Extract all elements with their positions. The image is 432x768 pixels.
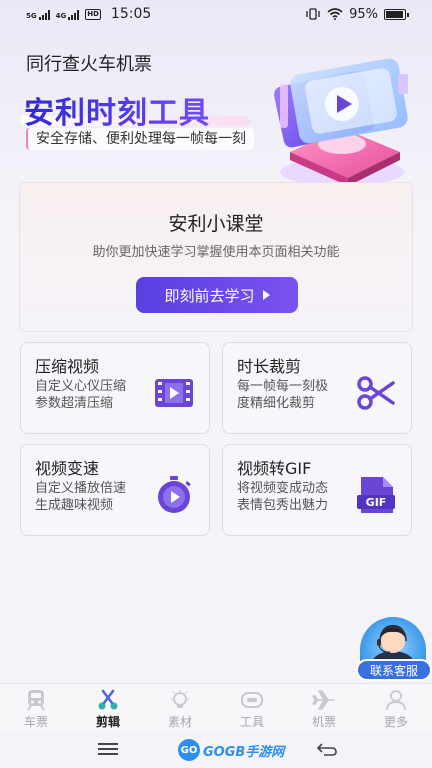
start-learning-button[interactable]: 即刻前去学习: [136, 277, 298, 313]
feature-description: 自定义播放倍速生成趣味视频: [35, 481, 127, 513]
banner-title: 安利时刻工具: [24, 88, 210, 132]
feature-title: 时长裁剪: [237, 357, 302, 376]
status-bar: 5G 4G HD 15:05 95%: [0, 0, 432, 28]
classroom-card: 安利小课堂 助你更加快速学习掌握使用本页面相关功能 即刻前去学习: [19, 182, 413, 332]
nav-label: 素材: [167, 715, 192, 729]
feature-title: 压缩视频: [35, 357, 100, 376]
scissors-icon: [98, 689, 118, 710]
film-icon: [155, 379, 193, 407]
nav-item-train-tickets[interactable]: 车票: [6, 684, 66, 731]
feature-description: 每一帧每一刻极度精细化裁剪: [237, 379, 329, 411]
vibrate-icon: [306, 8, 320, 20]
stopwatch-icon: [158, 476, 191, 513]
gif-file-icon: GIF: [357, 477, 395, 513]
customer-service-avatar[interactable]: [360, 617, 426, 661]
nav-item-edit[interactable]: 剪辑: [78, 684, 138, 731]
feature-description: 将视频变成动态表情包秀出魅力: [237, 481, 329, 513]
nav-item-more[interactable]: 更多: [366, 684, 426, 731]
train-icon: [27, 690, 45, 711]
nav-item-tools[interactable]: 工具: [222, 684, 282, 731]
feature-video-to-gif[interactable]: 视频转GIF 将视频变成动态表情包秀出魅力 GIF: [222, 444, 412, 536]
back-icon[interactable]: [316, 741, 338, 757]
toolbox-icon: [241, 692, 263, 708]
menu-icon[interactable]: [98, 743, 118, 755]
scissors-icon: [357, 376, 395, 410]
wifi-icon: [327, 8, 343, 20]
nav-item-materials[interactable]: 素材: [150, 684, 210, 731]
hd-badge: HD: [85, 8, 101, 20]
bottom-navigation: 车票 剪辑 素材 工具 机票 更多: [0, 683, 432, 731]
nav-label: 更多: [383, 715, 408, 729]
hero-video-illustration: [274, 58, 408, 186]
app-title: 同行查火车机票: [26, 54, 152, 75]
watermark: GO GOGB手游网: [178, 737, 284, 763]
watermark-logo: GO: [178, 739, 200, 761]
classroom-description: 助你更加快速学习掌握使用本页面相关功能: [92, 245, 340, 260]
feature-title: 视频变速: [35, 459, 100, 478]
start-learning-label: 即刻前去学习: [164, 286, 255, 305]
lightbulb-icon: [171, 690, 189, 708]
nav-label: 机票: [311, 715, 336, 729]
system-navigation-bar: GO GOGB手游网: [0, 731, 432, 768]
watermark-text: GOGB手游网: [203, 744, 285, 760]
feature-speed-change[interactable]: 视频变速 自定义播放倍速生成趣味视频: [20, 444, 210, 536]
signal-icon-2: 4G: [56, 9, 80, 20]
feature-compress-video[interactable]: 压缩视频 自定义心仪压缩 参数超清压缩: [20, 342, 210, 434]
banner-subtitle: 安全存储、便利处理每一帧每一刻: [26, 128, 254, 150]
airplane-icon: [312, 690, 334, 710]
battery-icon: [384, 8, 409, 20]
contact-support-button[interactable]: 联系客服: [356, 659, 432, 681]
nav-label: 工具: [239, 715, 264, 729]
nav-label: 车票: [23, 715, 48, 729]
feature-trim-duration[interactable]: 时长裁剪 每一帧每一刻极度精细化裁剪: [222, 342, 412, 434]
agent-headset-icon: [371, 625, 415, 661]
person-icon: [386, 690, 406, 711]
feature-title: 视频转GIF: [237, 459, 312, 478]
feature-description: 自定义心仪压缩 参数超清压缩: [35, 379, 127, 411]
gif-icon-text: GIF: [366, 496, 387, 509]
nav-item-flights[interactable]: 机票: [294, 684, 354, 731]
clock: 15:05: [110, 6, 152, 22]
signal-icon: 5G: [26, 9, 50, 20]
classroom-title: 安利小课堂: [168, 213, 264, 235]
nav-label: 剪辑: [95, 715, 120, 729]
battery-percent: 95%: [349, 6, 378, 22]
play-arrow-icon: [262, 290, 270, 300]
